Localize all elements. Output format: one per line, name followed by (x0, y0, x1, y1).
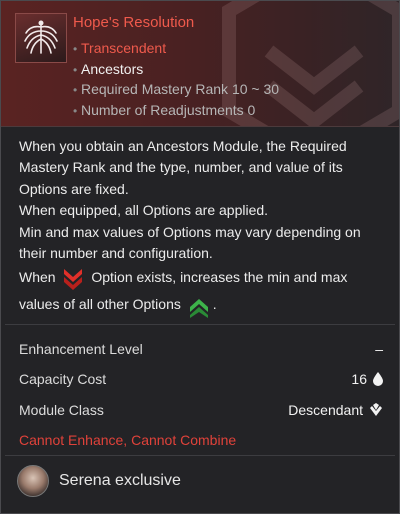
capacity-cost-label: Capacity Cost (19, 371, 107, 388)
capacity-cost-row: Capacity Cost 16 (19, 364, 383, 395)
module-class-value-group: Descendant (288, 402, 383, 418)
mastery-row: • Required Mastery Rank 10 ~ 30 (73, 79, 279, 100)
restriction-text: Cannot Enhance, Cannot Combine (19, 431, 237, 448)
exclusive-footer: Serena exclusive (1, 456, 399, 506)
exclusive-text: Serena exclusive (59, 471, 181, 489)
module-class-label: Module Class (19, 401, 104, 418)
bullet-icon: • (73, 103, 78, 118)
module-name: Hope's Resolution (73, 14, 195, 31)
winged-emblem-icon (24, 20, 58, 54)
category-text: Ancestors (81, 60, 144, 77)
rarity-text: Transcendent (81, 40, 167, 56)
module-description: When you obtain an Ancestors Module, the… (1, 127, 399, 324)
description-paragraph: When equipped, all Options are applied. (19, 202, 269, 219)
module-stats: Enhancement Level – Capacity Cost 16 Mod… (1, 325, 399, 455)
mastery-rank-text: Required Mastery Rank 10 ~ 30 (81, 81, 280, 97)
module-info-list: • Transcendent • Ancestors • Required Maste… (73, 38, 279, 120)
enhancement-level-label: Enhancement Level (19, 340, 143, 357)
rule-suffix: values of all other Options (19, 296, 181, 313)
category-row: • Ancestors (73, 59, 279, 80)
module-class-value: Descendant (288, 401, 363, 418)
capacity-cost-value-group: 16 (351, 371, 383, 387)
enhancement-level-row: Enhancement Level – (19, 333, 383, 364)
double-chevron-up-icon (189, 298, 208, 318)
readjust-row: • Number of Readjustments 0 (73, 100, 279, 121)
bullet-icon: • (73, 83, 78, 97)
description-paragraph: When you obtain an Ancestors Module, the… (19, 138, 347, 197)
rule-middle: Option exists, increases the min and max (91, 269, 348, 286)
rarity-row: • Transcendent (73, 38, 279, 59)
bullet-icon: • (73, 42, 78, 56)
rule-prefix: When (19, 269, 56, 286)
enhancement-level-value: – (375, 340, 383, 357)
descendant-class-icon (370, 402, 382, 416)
option-rule-line-2: values of all other Options . (19, 291, 383, 318)
droplet-icon (373, 372, 383, 387)
double-chevron-down-icon (64, 268, 83, 290)
rule-end: . (212, 296, 217, 313)
module-class-row: Module Class Descendant (19, 394, 383, 425)
module-tooltip: Hope's Resolution • Transcendent • Ancesto… (0, 0, 400, 514)
readjustments-text: Number of Readjustments 0 (81, 101, 256, 118)
option-rule-line-1: When Option exists, increases the min an… (19, 264, 383, 291)
avatar (17, 464, 49, 497)
capacity-cost-value: 16 (351, 371, 367, 388)
bullet-icon: • (73, 62, 78, 77)
module-header: Hope's Resolution • Transcendent • Ancesto… (1, 1, 399, 127)
description-paragraph: Min and max values of Options may vary d… (19, 223, 361, 262)
module-icon (15, 13, 67, 63)
